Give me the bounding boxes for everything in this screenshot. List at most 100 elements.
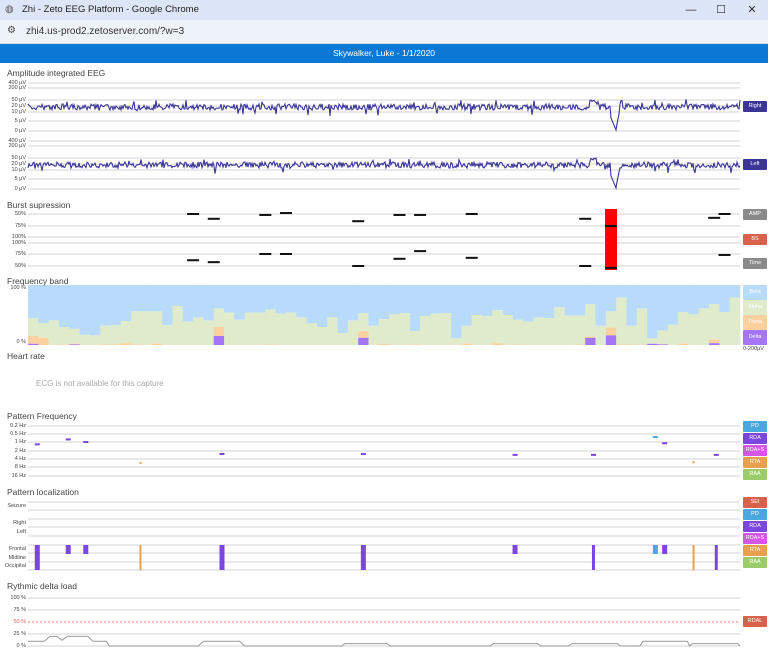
legend-pl-rdass[interactable]: RDA+S <box>743 533 767 544</box>
legend-pl-pd[interactable]: PD <box>743 509 767 520</box>
localization-mark-rda <box>83 545 89 554</box>
rdl-title: Rythmic delta load <box>7 581 77 591</box>
freq-bin-alpha <box>203 320 215 345</box>
burst-tick-label: 100% <box>11 240 26 246</box>
pattern-frequency-mark-pd <box>652 436 658 439</box>
freq-bin-alpha <box>533 317 545 345</box>
freq-bin-beta <box>327 285 338 318</box>
legend-delta[interactable]: Delta <box>743 330 767 345</box>
freq-bin-alpha <box>110 325 122 345</box>
freq-bin-theta <box>461 343 473 345</box>
localization-mark-pd <box>652 545 658 554</box>
freq-bin-beta <box>585 285 596 305</box>
legend-theta[interactable]: Theta <box>743 315 767 330</box>
pattern-frequency-tick-label: 1 Hz <box>14 439 26 445</box>
freq-bin-theta <box>120 343 132 345</box>
freq-bin-alpha <box>213 308 225 327</box>
freq-bin-beta <box>100 285 111 326</box>
freq-bin-alpha <box>347 320 359 345</box>
freq-bin-theta <box>574 344 586 345</box>
freq-bin-alpha <box>162 325 173 345</box>
legend-pf-pd[interactable]: PD <box>743 421 767 432</box>
aeeg-tick-label: 0 µV <box>14 186 26 192</box>
legend-pf-rda[interactable]: RDA <box>743 433 767 444</box>
amp-badge[interactable]: AMP <box>743 209 767 220</box>
aeeg-tick-label: 10 µV <box>11 109 26 115</box>
channel-label-left[interactable]: Left <box>743 159 767 170</box>
freq-bin-alpha <box>523 321 534 345</box>
freq-bin-alpha <box>512 319 524 345</box>
legend-pl-sei[interactable]: SEI <box>743 497 767 508</box>
pattern-frequency-tick-label: 16 Hz <box>11 473 26 479</box>
freq-bin-beta <box>440 285 452 314</box>
localization-mark-rda <box>34 545 40 570</box>
freq-bin-beta <box>213 285 225 309</box>
freq-bin-beta <box>502 285 514 315</box>
rdal-badge[interactable]: RDAL <box>743 616 767 627</box>
freq-bin-delta <box>709 343 720 345</box>
freq-bin-beta <box>667 285 679 325</box>
amp-mark <box>279 212 292 215</box>
legend-pl-rta[interactable]: RTA <box>743 545 767 556</box>
freq-bin-alpha <box>306 323 318 345</box>
freq-bin-beta <box>58 285 70 327</box>
bs-badge[interactable]: BS <box>743 234 767 245</box>
localization-mark-rta <box>139 545 142 570</box>
freq-bin-beta <box>461 285 473 326</box>
freq-bin-beta <box>244 285 256 313</box>
legend-pf-rdass[interactable]: RDA+S <box>743 445 767 456</box>
freq-bin-alpha <box>182 321 194 345</box>
freq-bin-delta <box>647 343 658 345</box>
legend-alpha[interactable]: Alpha <box>743 300 767 315</box>
freq-bin-alpha <box>698 308 710 345</box>
freq-bin-beta <box>182 285 194 322</box>
freq-bin-alpha <box>616 297 627 345</box>
channel-label-right[interactable]: Right <box>743 101 767 112</box>
burst-title: Burst supression <box>7 200 71 210</box>
freq-bin-alpha <box>595 325 607 345</box>
legend-pl-rda[interactable]: RDA <box>743 521 767 532</box>
localization-row-label: Left <box>16 529 26 535</box>
pattern-frequency-mark-rda <box>512 453 518 456</box>
freq-bin-alpha <box>502 315 514 345</box>
localization-row-label: Right <box>13 520 26 526</box>
bs-bar <box>605 209 618 270</box>
amp-mark <box>352 220 365 223</box>
pattern-frequency-mark-rda <box>713 453 719 456</box>
freq-bin-alpha <box>605 311 617 328</box>
freq-bin-alpha <box>389 314 400 345</box>
freq-bin-alpha <box>316 327 328 345</box>
freq-bin-beta <box>719 285 730 312</box>
legend-pf-rta[interactable]: RTA <box>743 457 767 468</box>
freq-bin-beta <box>729 285 741 298</box>
ecg-message: ECG is not available for this capture <box>36 379 164 388</box>
pattern-frequency-mark-rda <box>219 453 225 456</box>
freq-bin-beta <box>482 285 493 317</box>
freq-bin-theta <box>409 344 421 345</box>
legend-pf-raa[interactable]: RAA <box>743 469 767 480</box>
freq-bin-beta <box>409 285 421 332</box>
rdl-tick-label: 75 % <box>13 607 26 613</box>
freq-bin-beta <box>378 285 390 320</box>
legend-pl-raa[interactable]: RAA <box>743 557 767 568</box>
time-badge[interactable]: Time <box>743 258 767 269</box>
freq-bin-beta <box>698 285 710 309</box>
rdl-line <box>28 635 741 647</box>
freq-bin-alpha <box>141 311 153 345</box>
legend-beta[interactable]: Beta <box>743 285 767 300</box>
time-mark <box>279 253 292 255</box>
freq-bin-alpha <box>647 338 658 344</box>
freq-bin-beta <box>533 285 545 318</box>
freq-bin-delta <box>69 344 80 345</box>
amp-mark <box>187 213 200 215</box>
freq-bin-beta <box>89 285 101 336</box>
freq-bin-theta <box>38 337 49 345</box>
freq-bin-delta <box>657 344 669 345</box>
freq-bin-alpha <box>626 325 638 345</box>
freq-bin-alpha <box>709 304 720 340</box>
freq-bin-alpha <box>492 310 503 344</box>
freq-bin-alpha <box>285 312 297 345</box>
localization-row-label: Occipital <box>4 563 26 569</box>
freq-bin-beta <box>564 285 576 316</box>
freq-bin-alpha <box>275 313 287 345</box>
